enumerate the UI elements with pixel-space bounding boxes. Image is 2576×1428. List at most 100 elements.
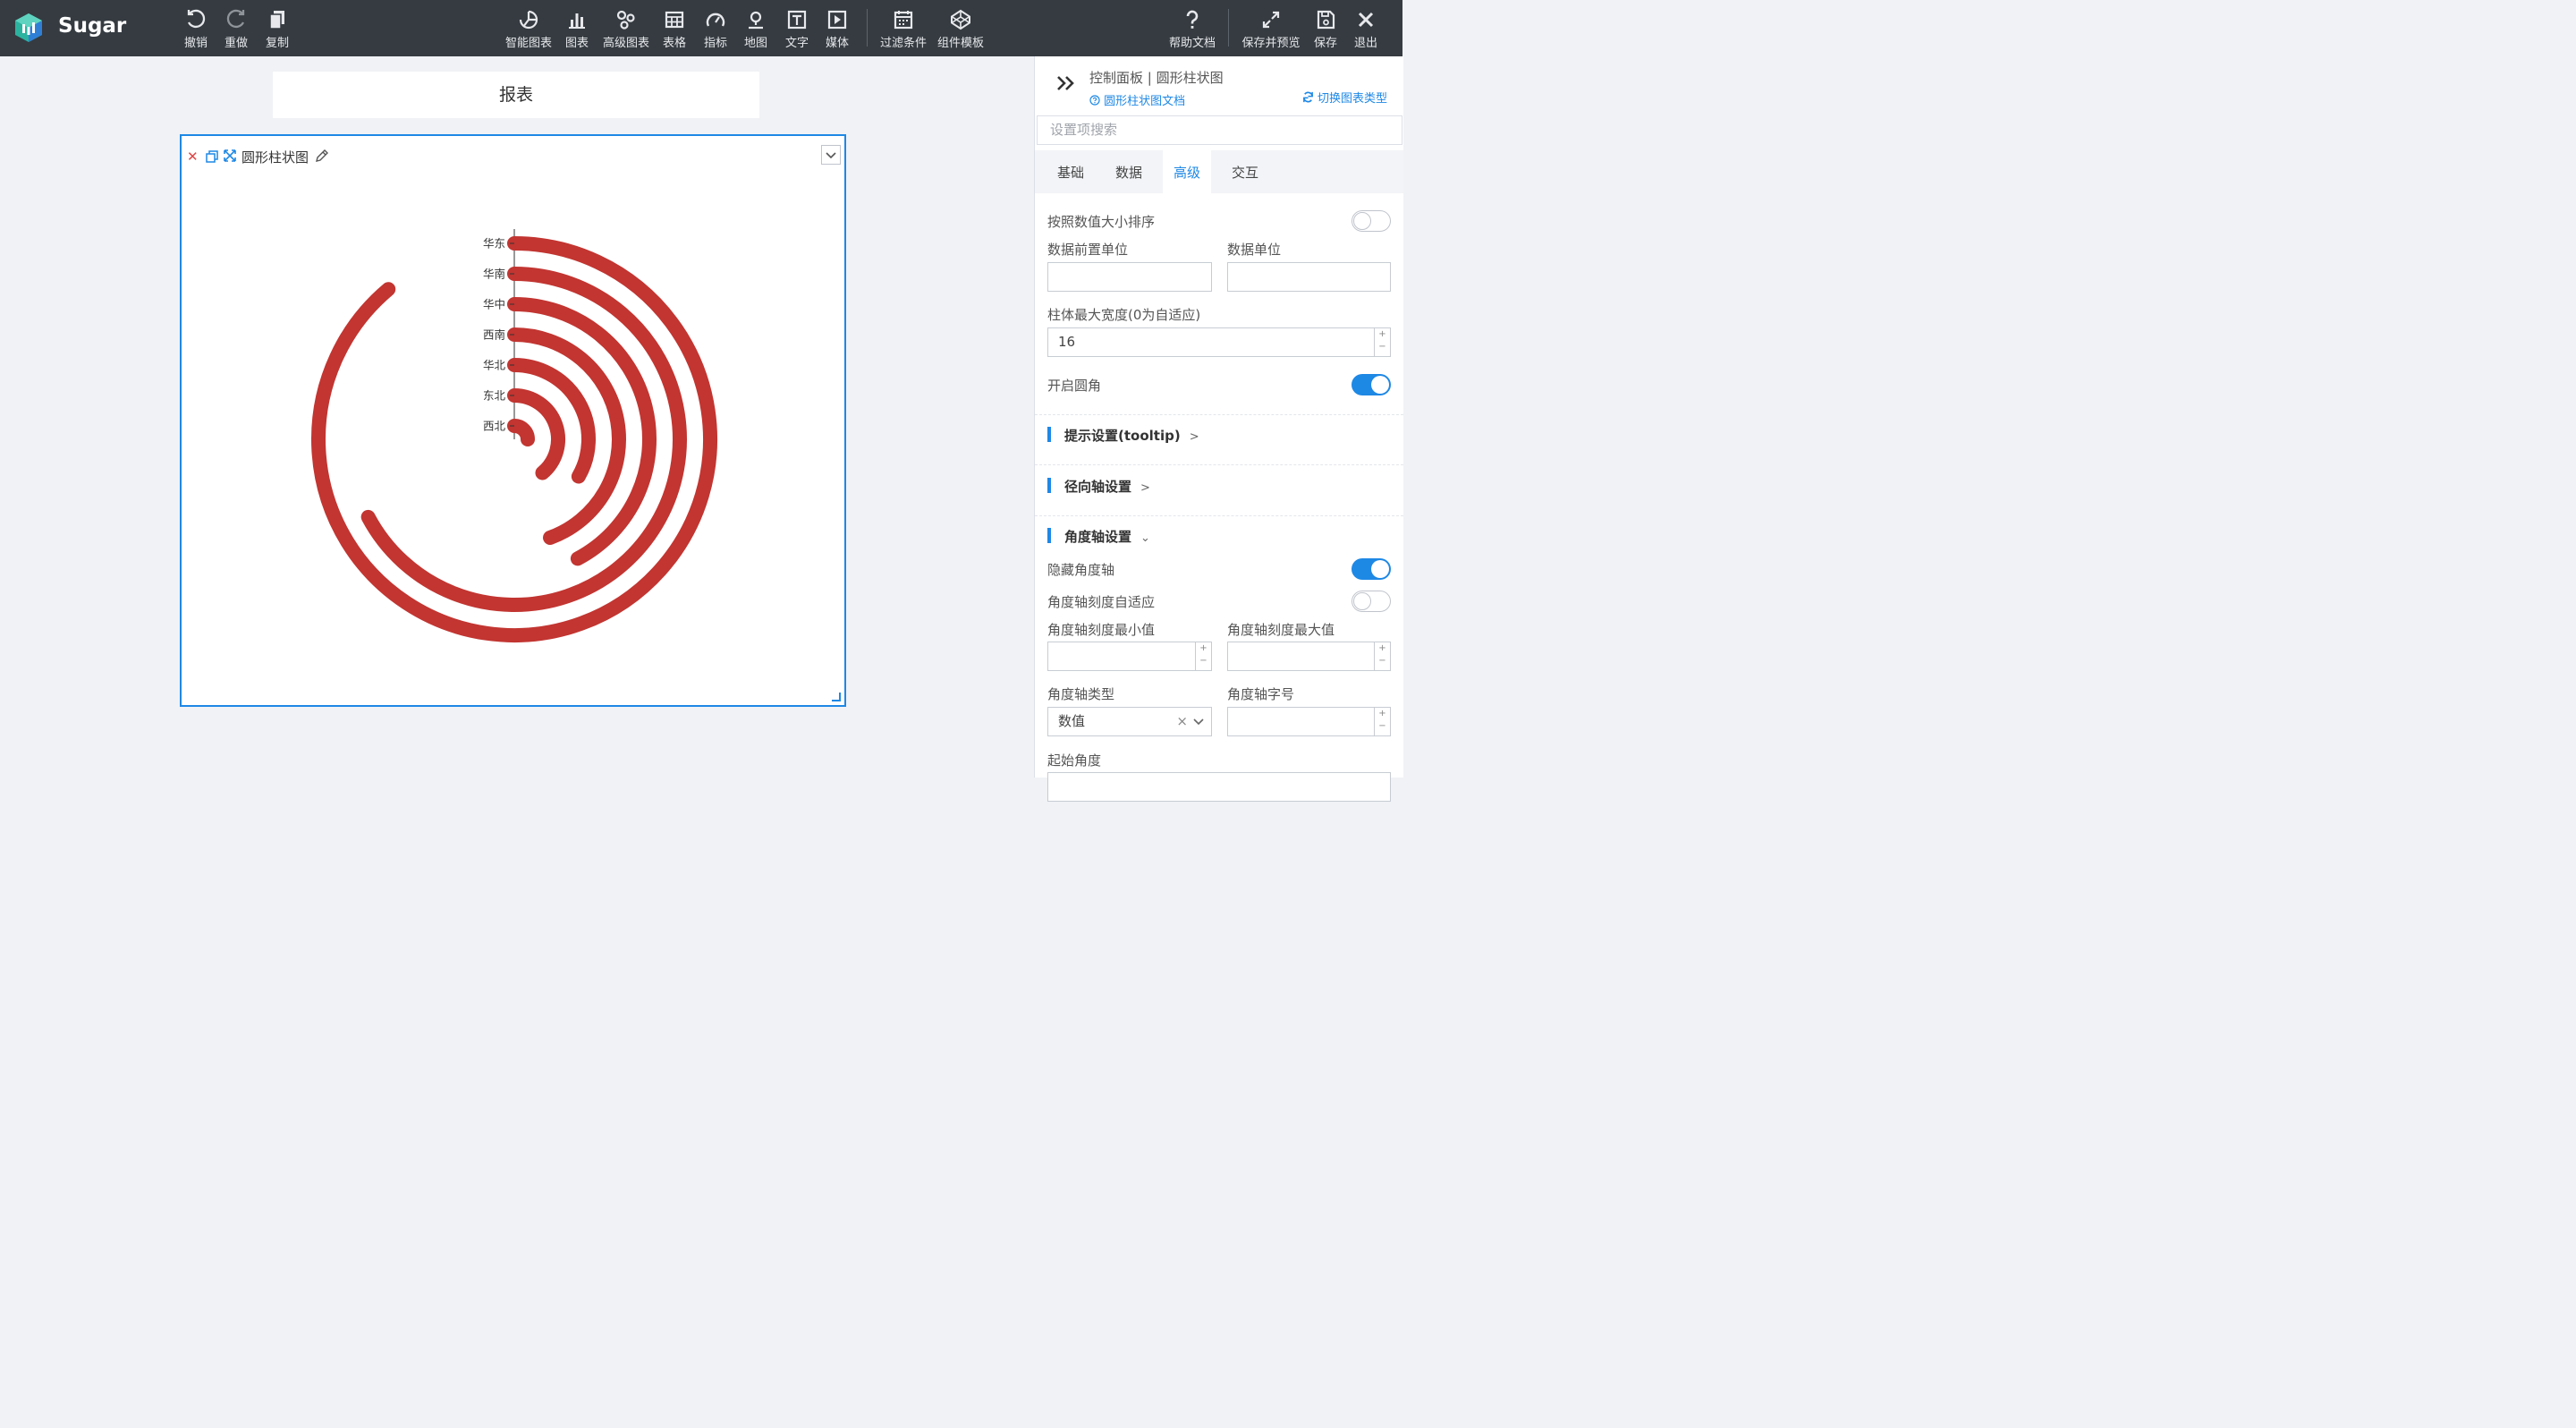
chart-doc-link-text: 圆形柱状图文档 bbox=[1104, 95, 1186, 108]
control-panel: 控制面板 | 圆形柱状图 圆形柱状图文档 切换图表类型 设置项搜索 基础 数据 … bbox=[1034, 56, 1403, 802]
undo-icon bbox=[187, 9, 206, 29]
media-button[interactable]: 媒体 bbox=[823, 9, 852, 50]
bar-max-width-stepper[interactable]: + − bbox=[1374, 328, 1390, 356]
text-icon bbox=[787, 10, 807, 30]
chart-button[interactable]: 图表 bbox=[563, 9, 591, 50]
filter-button[interactable]: 过滤条件 bbox=[878, 9, 928, 50]
help-label: 帮助文档 bbox=[1168, 37, 1216, 50]
report-title[interactable]: 报表 bbox=[273, 72, 759, 118]
angle-min-input[interactable]: + − bbox=[1047, 642, 1212, 671]
angle-axis-section-label: 角度轴设置 bbox=[1064, 529, 1132, 545]
panel-tabs: 基础 数据 高级 交互 bbox=[1035, 150, 1403, 193]
smart-chart-icon bbox=[519, 10, 538, 30]
category-label: 华中 bbox=[483, 298, 505, 311]
codepen-cube-icon bbox=[951, 9, 970, 30]
help-button[interactable]: 帮助文档 bbox=[1167, 9, 1217, 50]
chevron-down-icon bbox=[1193, 718, 1204, 726]
clear-icon[interactable]: × bbox=[1176, 708, 1188, 735]
component-template-label: 组件模板 bbox=[936, 37, 984, 50]
smart-chart-label: 智能图表 bbox=[504, 37, 552, 50]
exit-button[interactable]: 退出 bbox=[1352, 9, 1380, 50]
save-preview-button[interactable]: 保存并预览 bbox=[1241, 9, 1301, 50]
tab-basic[interactable]: 基础 bbox=[1046, 150, 1096, 193]
angle-max-input[interactable]: + − bbox=[1227, 642, 1391, 671]
divider bbox=[1035, 414, 1403, 415]
copy-label: 复制 bbox=[265, 37, 289, 50]
advanced-chart-label: 高级图表 bbox=[602, 37, 649, 50]
radius-axis-section-header[interactable]: 径向轴设置 > bbox=[1047, 477, 1150, 496]
table-icon bbox=[665, 11, 684, 29]
exit-label: 退出 bbox=[1353, 37, 1377, 50]
angle-adaptive-label: 角度轴刻度自适应 bbox=[1047, 594, 1156, 610]
chart-doc-link[interactable]: 圆形柱状图文档 bbox=[1089, 91, 1185, 108]
sugar-logo-icon bbox=[15, 13, 42, 42]
close-x-icon bbox=[1358, 12, 1374, 28]
angle-min-stepper[interactable]: + − bbox=[1195, 642, 1211, 670]
tab-advanced[interactable]: 高级 bbox=[1163, 150, 1211, 193]
angle-font-size-input[interactable]: + − bbox=[1227, 707, 1391, 736]
save-label: 保存 bbox=[1313, 37, 1337, 50]
switch-chart-type-label: 切换图表类型 bbox=[1317, 92, 1387, 106]
category-label: 华南 bbox=[483, 268, 505, 281]
divider bbox=[1035, 515, 1403, 516]
save-button[interactable]: 保存 bbox=[1311, 9, 1340, 50]
angle-max-label: 角度轴刻度最大值 bbox=[1227, 622, 1335, 638]
media-label: 媒体 bbox=[825, 37, 849, 50]
settings-search-input[interactable]: 设置项搜索 bbox=[1037, 115, 1402, 145]
tab-data[interactable]: 数据 bbox=[1104, 150, 1154, 193]
bar-7[interactable] bbox=[507, 419, 535, 446]
angle-type-select[interactable]: 数值 × bbox=[1047, 707, 1212, 736]
advanced-chart-button[interactable]: 高级图表 bbox=[601, 9, 651, 50]
prefix-unit-label: 数据前置单位 bbox=[1047, 242, 1129, 258]
save-preview-label: 保存并预览 bbox=[1241, 37, 1301, 50]
component-template-button[interactable]: 组件模板 bbox=[936, 9, 986, 50]
angle-font-size-stepper[interactable]: + − bbox=[1374, 708, 1390, 735]
table-button[interactable]: 表格 bbox=[660, 9, 689, 50]
map-pin-icon bbox=[749, 11, 763, 30]
unit-input[interactable] bbox=[1227, 262, 1391, 292]
gauge-icon bbox=[706, 13, 725, 27]
switch-chart-type-button[interactable]: 切换图表类型 bbox=[1302, 89, 1387, 106]
toolbar-divider-2 bbox=[1228, 9, 1229, 47]
rounded-corners-label: 开启圆角 bbox=[1047, 378, 1102, 394]
undo-button[interactable]: 撤销 bbox=[181, 9, 211, 50]
divider bbox=[1035, 464, 1403, 465]
copy-button[interactable]: 复制 bbox=[262, 9, 292, 50]
category-label: 东北 bbox=[483, 389, 506, 403]
start-angle-label: 起始角度 bbox=[1047, 752, 1102, 769]
floppy-save-icon bbox=[1317, 10, 1335, 30]
tooltip-section-label: 提示设置(tooltip) bbox=[1064, 428, 1181, 444]
unit-label: 数据单位 bbox=[1227, 242, 1282, 258]
angle-axis-section-header[interactable]: 角度轴设置 ⌄ bbox=[1047, 527, 1150, 546]
bar-max-width-value: 16 bbox=[1058, 334, 1076, 350]
metric-button[interactable]: 指标 bbox=[701, 9, 730, 50]
map-button[interactable]: 地图 bbox=[741, 9, 770, 50]
chart-widget[interactable]: ✕ 圆形柱状图 华东 华南 华中 西南 华北 东北 西北 bbox=[180, 134, 846, 707]
angle-type-value: 数值 bbox=[1058, 713, 1086, 729]
rounded-corners-toggle[interactable] bbox=[1352, 374, 1391, 395]
angle-adaptive-toggle[interactable] bbox=[1352, 591, 1391, 612]
help-circle-icon bbox=[1089, 95, 1100, 106]
collapse-panel-icon[interactable] bbox=[1056, 74, 1076, 92]
panel-header: 控制面板 | 圆形柱状图 圆形柱状图文档 切换图表类型 bbox=[1035, 56, 1403, 115]
sort-by-value-label: 按照数值大小排序 bbox=[1047, 214, 1156, 230]
hide-angle-axis-label: 隐藏角度轴 bbox=[1047, 562, 1115, 578]
hide-angle-axis-toggle[interactable] bbox=[1352, 558, 1391, 580]
radius-axis-section-label: 径向轴设置 bbox=[1064, 479, 1132, 495]
smart-chart-button[interactable]: 智能图表 bbox=[504, 9, 554, 50]
panel-title: 控制面板 | 圆形柱状图 bbox=[1089, 70, 1224, 86]
redo-icon bbox=[226, 9, 245, 29]
redo-label: 重做 bbox=[224, 37, 248, 50]
bar-max-width-input[interactable]: 16 + − bbox=[1047, 327, 1391, 357]
tooltip-section-header[interactable]: 提示设置(tooltip) > bbox=[1047, 426, 1199, 445]
sort-by-value-toggle[interactable] bbox=[1352, 210, 1391, 232]
text-button[interactable]: 文字 bbox=[783, 9, 811, 50]
angle-max-stepper[interactable]: + − bbox=[1374, 642, 1390, 670]
redo-button[interactable]: 重做 bbox=[221, 9, 251, 50]
tab-interaction[interactable]: 交互 bbox=[1220, 150, 1270, 193]
start-angle-input[interactable] bbox=[1047, 772, 1391, 802]
undo-label: 撤销 bbox=[183, 37, 208, 50]
table-label: 表格 bbox=[662, 37, 686, 50]
prefix-unit-input[interactable] bbox=[1047, 262, 1212, 292]
resize-handle-icon[interactable] bbox=[832, 693, 841, 701]
